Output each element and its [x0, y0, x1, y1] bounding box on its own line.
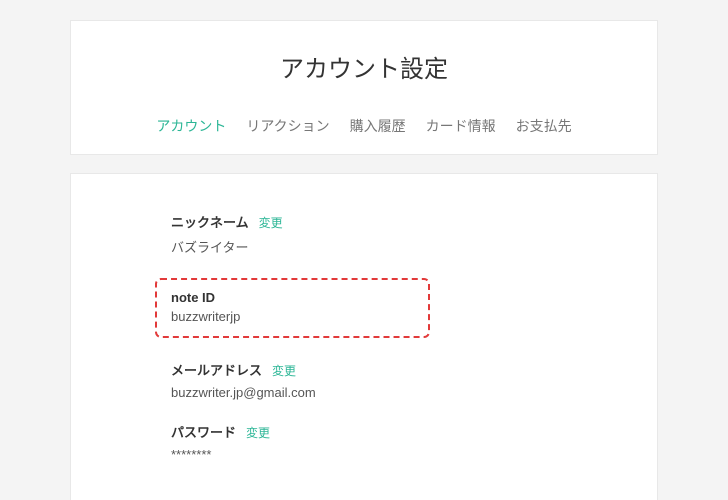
nickname-change-link[interactable]: 変更 [259, 214, 283, 231]
tab-payment[interactable]: お支払先 [516, 116, 572, 136]
settings-content-card: ニックネーム 変更 バズライター note ID buzzwriterjp メー… [70, 173, 658, 500]
tab-card[interactable]: カード情報 [426, 116, 496, 136]
tabs-row: アカウント リアクション 購入履歴 カード情報 お支払先 [91, 116, 637, 136]
field-email: メールアドレス 変更 buzzwriter.jp@gmail.com [171, 360, 637, 400]
password-change-link[interactable]: 変更 [246, 424, 270, 441]
field-nickname: ニックネーム 変更 バズライター [171, 212, 637, 256]
settings-header-card: アカウント設定 アカウント リアクション 購入履歴 カード情報 お支払先 [70, 20, 658, 155]
nickname-label: ニックネーム [171, 212, 249, 231]
tab-account[interactable]: アカウント [156, 116, 226, 136]
password-value: ******** [171, 447, 637, 462]
field-noteid-label-row: note ID [171, 290, 414, 305]
password-label: パスワード [171, 422, 236, 441]
field-nickname-label-row: ニックネーム 変更 [171, 212, 637, 231]
nickname-value: バズライター [171, 237, 637, 256]
field-password-label-row: パスワード 変更 [171, 422, 637, 441]
tab-purchases[interactable]: 購入履歴 [350, 116, 406, 136]
email-change-link[interactable]: 変更 [272, 362, 296, 379]
field-password: パスワード 変更 ******** [171, 422, 637, 462]
noteid-label: note ID [171, 290, 215, 305]
page-title: アカウント設定 [91, 49, 637, 84]
note-id-highlight: note ID buzzwriterjp [155, 278, 430, 338]
email-label: メールアドレス [171, 360, 262, 379]
field-email-label-row: メールアドレス 変更 [171, 360, 637, 379]
email-value: buzzwriter.jp@gmail.com [171, 385, 637, 400]
tab-reaction[interactable]: リアクション [246, 116, 329, 136]
noteid-value: buzzwriterjp [171, 309, 414, 324]
